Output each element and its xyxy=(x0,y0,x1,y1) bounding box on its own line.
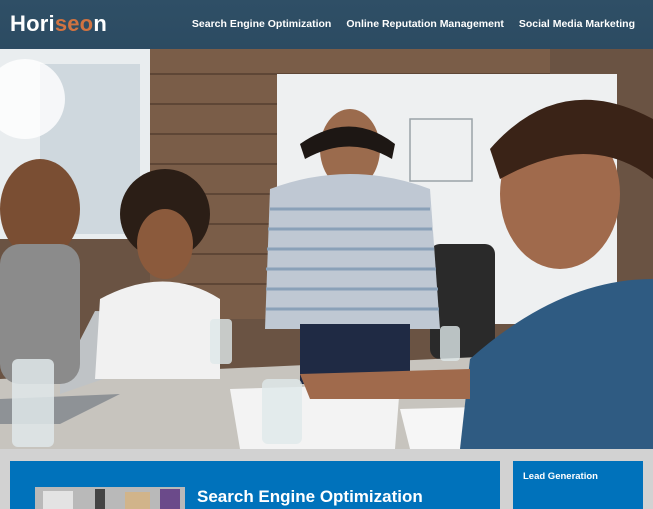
hero-chair xyxy=(430,244,495,359)
logo-text-accent: seo xyxy=(54,11,94,36)
hero-person-center-shirt xyxy=(265,174,440,329)
hero-photo-illustration xyxy=(0,49,653,449)
seo-thumbnail-image xyxy=(35,487,185,509)
hero-glass-small xyxy=(210,319,232,364)
hero-person-right-arm xyxy=(300,369,470,399)
seo-card-title: Search Engine Optimization xyxy=(197,487,423,506)
logo-text-tail: n xyxy=(93,11,107,36)
lead-generation-title: Lead Generation xyxy=(523,471,598,482)
hero-image xyxy=(0,49,653,449)
seo-card: Search Engine Optimization xyxy=(10,461,500,509)
lead-generation-card: Lead Generation xyxy=(513,461,643,509)
nav-link-seo[interactable]: Search Engine Optimization xyxy=(192,18,331,30)
main-nav: Search Engine Optimization Online Reputa… xyxy=(192,18,635,30)
hero-person-woman-head xyxy=(137,209,193,279)
site-logo[interactable]: Horiseon xyxy=(10,11,107,37)
nav-link-reputation[interactable]: Online Reputation Management xyxy=(346,18,504,30)
hero-glass-left xyxy=(12,359,54,447)
logo-text-main: Hori xyxy=(10,11,55,36)
nav-link-social[interactable]: Social Media Marketing xyxy=(519,18,635,30)
hero-glass-center xyxy=(262,379,302,444)
hero-person-woman-body xyxy=(95,281,220,379)
site-header: Horiseon Search Engine Optimization Onli… xyxy=(0,0,653,49)
hero-glass-right xyxy=(440,326,460,361)
seo-thumbnail-illustration xyxy=(35,487,185,509)
